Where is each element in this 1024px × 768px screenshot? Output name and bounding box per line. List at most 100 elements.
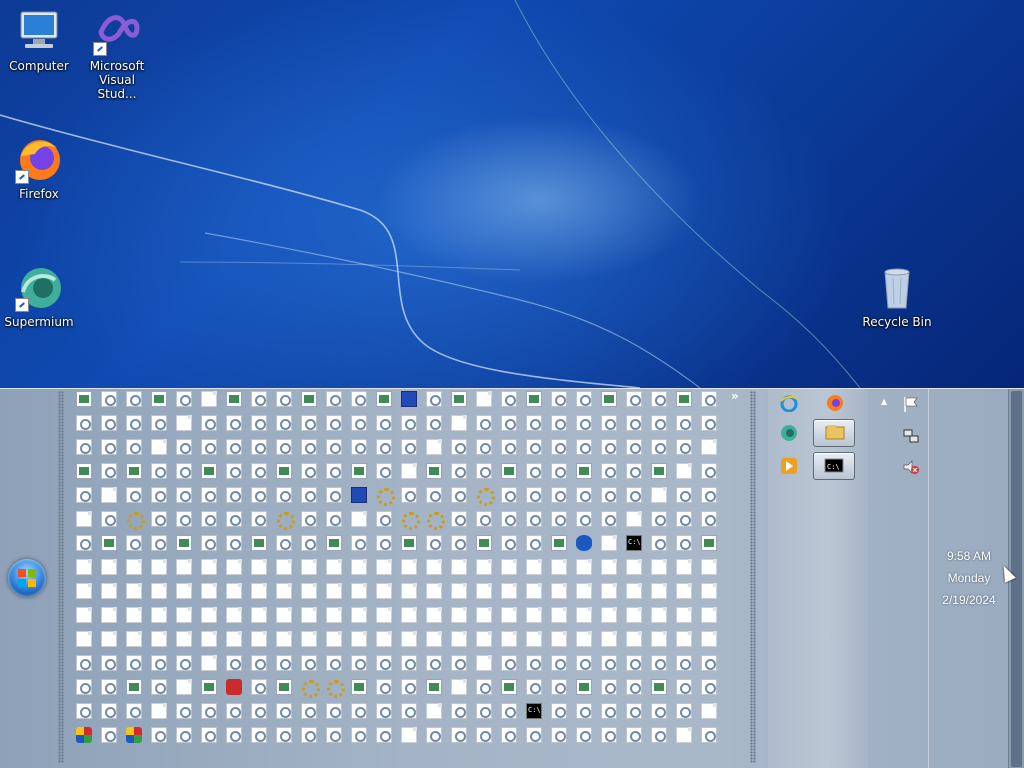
quick-launch-shortcut-icon[interactable] xyxy=(676,487,692,503)
quick-launch-shortcut-icon[interactable] xyxy=(151,415,167,431)
media-player-icon[interactable] xyxy=(780,457,798,475)
quick-launch-shortcut-icon[interactable] xyxy=(476,415,492,431)
quick-launch-shortcut-icon[interactable] xyxy=(676,607,692,623)
quick-launch-shortcut-icon[interactable] xyxy=(576,511,592,527)
quick-launch-shortcut-icon[interactable] xyxy=(476,535,492,551)
quick-launch-shortcut-icon[interactable] xyxy=(351,415,367,431)
quick-launch-shortcut-icon[interactable] xyxy=(251,415,267,431)
quick-launch-shortcut-icon[interactable] xyxy=(576,583,592,599)
quick-launch-shortcut-icon[interactable] xyxy=(501,391,517,407)
quick-launch-shortcut-icon[interactable] xyxy=(101,679,117,695)
quick-launch-shortcut-icon[interactable] xyxy=(201,655,217,671)
quick-launch-shortcut-icon[interactable] xyxy=(426,535,442,551)
quick-launch-shortcut-icon[interactable] xyxy=(476,655,492,671)
quick-launch-shortcut-icon[interactable] xyxy=(251,607,267,623)
quick-launch-shortcut-icon[interactable] xyxy=(226,631,242,647)
quick-launch-shortcut-icon[interactable] xyxy=(526,559,542,575)
quick-launch-shortcut-icon[interactable] xyxy=(126,703,142,719)
quick-launch-shortcut-icon[interactable] xyxy=(476,727,492,743)
quick-launch-shortcut-icon[interactable] xyxy=(551,583,567,599)
quick-launch-shortcut-icon[interactable] xyxy=(651,535,667,551)
quick-launch-shortcut-icon[interactable] xyxy=(326,415,342,431)
quick-launch-shortcut-icon[interactable] xyxy=(651,655,667,671)
quick-launch-shortcut-icon[interactable] xyxy=(301,535,317,551)
toolbar-grip[interactable] xyxy=(58,391,64,763)
quick-launch-shortcut-icon[interactable] xyxy=(351,511,367,527)
quick-launch-shortcut-icon[interactable] xyxy=(501,535,517,551)
clock[interactable]: 9:58 AM Monday 2/19/2024 xyxy=(928,389,1008,768)
quick-launch-shortcut-icon[interactable] xyxy=(176,415,192,431)
quick-launch-shortcut-icon[interactable] xyxy=(426,415,442,431)
supermium-icon[interactable] xyxy=(780,424,798,442)
quick-launch-shortcut-icon[interactable] xyxy=(301,415,317,431)
quick-launch-shortcut-icon[interactable] xyxy=(526,631,542,647)
quick-launch-shortcut-icon[interactable] xyxy=(426,703,442,719)
quick-launch-shortcut-icon[interactable] xyxy=(451,511,467,527)
quick-launch-shortcut-icon[interactable] xyxy=(276,439,292,455)
quick-launch-shortcut-icon[interactable] xyxy=(376,535,392,551)
quick-launch-shortcut-icon[interactable] xyxy=(351,631,367,647)
quick-launch-shortcut-icon[interactable] xyxy=(276,631,292,647)
quick-launch-shortcut-icon[interactable] xyxy=(551,559,567,575)
quick-launch-shortcut-icon[interactable] xyxy=(451,655,467,671)
quick-launch-shortcut-icon[interactable] xyxy=(601,703,617,719)
quick-launch-shortcut-icon[interactable] xyxy=(576,703,592,719)
quick-launch-shortcut-icon[interactable] xyxy=(176,679,192,695)
quick-launch-shortcut-icon[interactable] xyxy=(401,679,417,695)
quick-launch-shortcut-icon[interactable] xyxy=(476,511,492,527)
quick-launch-shortcut-icon[interactable] xyxy=(101,655,117,671)
quick-launch-shortcut-icon[interactable] xyxy=(551,535,567,551)
quick-launch-shortcut-icon[interactable] xyxy=(651,415,667,431)
quick-launch-shortcut-icon[interactable] xyxy=(76,463,92,479)
quick-launch-shortcut-icon[interactable] xyxy=(76,559,92,575)
quick-launch-shortcut-icon[interactable] xyxy=(701,391,717,407)
quick-launch-shortcut-icon[interactable] xyxy=(476,559,492,575)
quick-launch-shortcut-icon[interactable] xyxy=(251,727,267,743)
quick-launch-shortcut-icon[interactable] xyxy=(401,631,417,647)
quick-launch-shortcut-icon[interactable] xyxy=(376,439,392,455)
quick-launch-shortcut-icon[interactable] xyxy=(626,535,642,551)
quick-launch-shortcut-icon[interactable] xyxy=(501,655,517,671)
quick-launch-shortcut-icon[interactable] xyxy=(601,415,617,431)
quick-launch-shortcut-icon[interactable] xyxy=(251,391,267,407)
quick-launch-shortcut-icon[interactable] xyxy=(176,703,192,719)
quick-launch-shortcut-icon[interactable] xyxy=(76,583,92,599)
quick-launch-shortcut-icon[interactable] xyxy=(701,487,717,503)
quick-launch-shortcut-icon[interactable] xyxy=(226,559,242,575)
quick-launch-shortcut-icon[interactable] xyxy=(226,511,242,527)
quick-launch-shortcut-icon[interactable] xyxy=(176,535,192,551)
quick-launch-shortcut-icon[interactable] xyxy=(626,439,642,455)
quick-launch-shortcut-icon[interactable] xyxy=(76,511,92,527)
quick-launch-shortcut-icon[interactable] xyxy=(176,727,192,743)
quick-launch-shortcut-icon[interactable] xyxy=(126,391,142,407)
quick-launch-shortcut-icon[interactable] xyxy=(651,511,667,527)
quick-launch-shortcut-icon[interactable] xyxy=(251,655,267,671)
quick-launch-shortcut-icon[interactable] xyxy=(351,703,367,719)
quick-launch-shortcut-icon[interactable] xyxy=(176,391,192,407)
quick-launch-shortcut-icon[interactable] xyxy=(301,559,317,575)
quick-launch-shortcut-icon[interactable] xyxy=(626,631,642,647)
quick-launch-shortcut-icon[interactable] xyxy=(526,703,542,719)
quick-launch-shortcut-icon[interactable] xyxy=(676,391,692,407)
quick-launch-shortcut-icon[interactable] xyxy=(226,487,242,503)
quick-launch-shortcut-icon[interactable] xyxy=(76,535,92,551)
quick-launch-shortcut-icon[interactable] xyxy=(451,439,467,455)
quick-launch-shortcut-icon[interactable] xyxy=(76,703,92,719)
quick-launch-shortcut-icon[interactable] xyxy=(576,415,592,431)
quick-launch-shortcut-icon[interactable] xyxy=(601,535,617,551)
quick-launch-shortcut-icon[interactable] xyxy=(301,631,317,647)
quick-launch-shortcut-icon[interactable] xyxy=(401,703,417,719)
quick-launch-shortcut-icon[interactable] xyxy=(676,679,692,695)
quick-launch-shortcut-icon[interactable] xyxy=(451,607,467,623)
quick-launch-shortcut-icon[interactable] xyxy=(701,679,717,695)
quick-launch-shortcut-icon[interactable] xyxy=(501,607,517,623)
quick-launch-shortcut-icon[interactable] xyxy=(526,583,542,599)
quick-launch-shortcut-icon[interactable] xyxy=(401,415,417,431)
quick-launch-shortcut-icon[interactable] xyxy=(101,583,117,599)
quick-launch-shortcut-icon[interactable] xyxy=(201,559,217,575)
quick-launch-shortcut-icon[interactable] xyxy=(701,655,717,671)
quick-launch-shortcut-icon[interactable] xyxy=(701,703,717,719)
quick-launch-shortcut-icon[interactable] xyxy=(151,703,167,719)
quick-launch-shortcut-icon[interactable] xyxy=(251,559,267,575)
quick-launch-shortcut-icon[interactable] xyxy=(401,511,420,530)
